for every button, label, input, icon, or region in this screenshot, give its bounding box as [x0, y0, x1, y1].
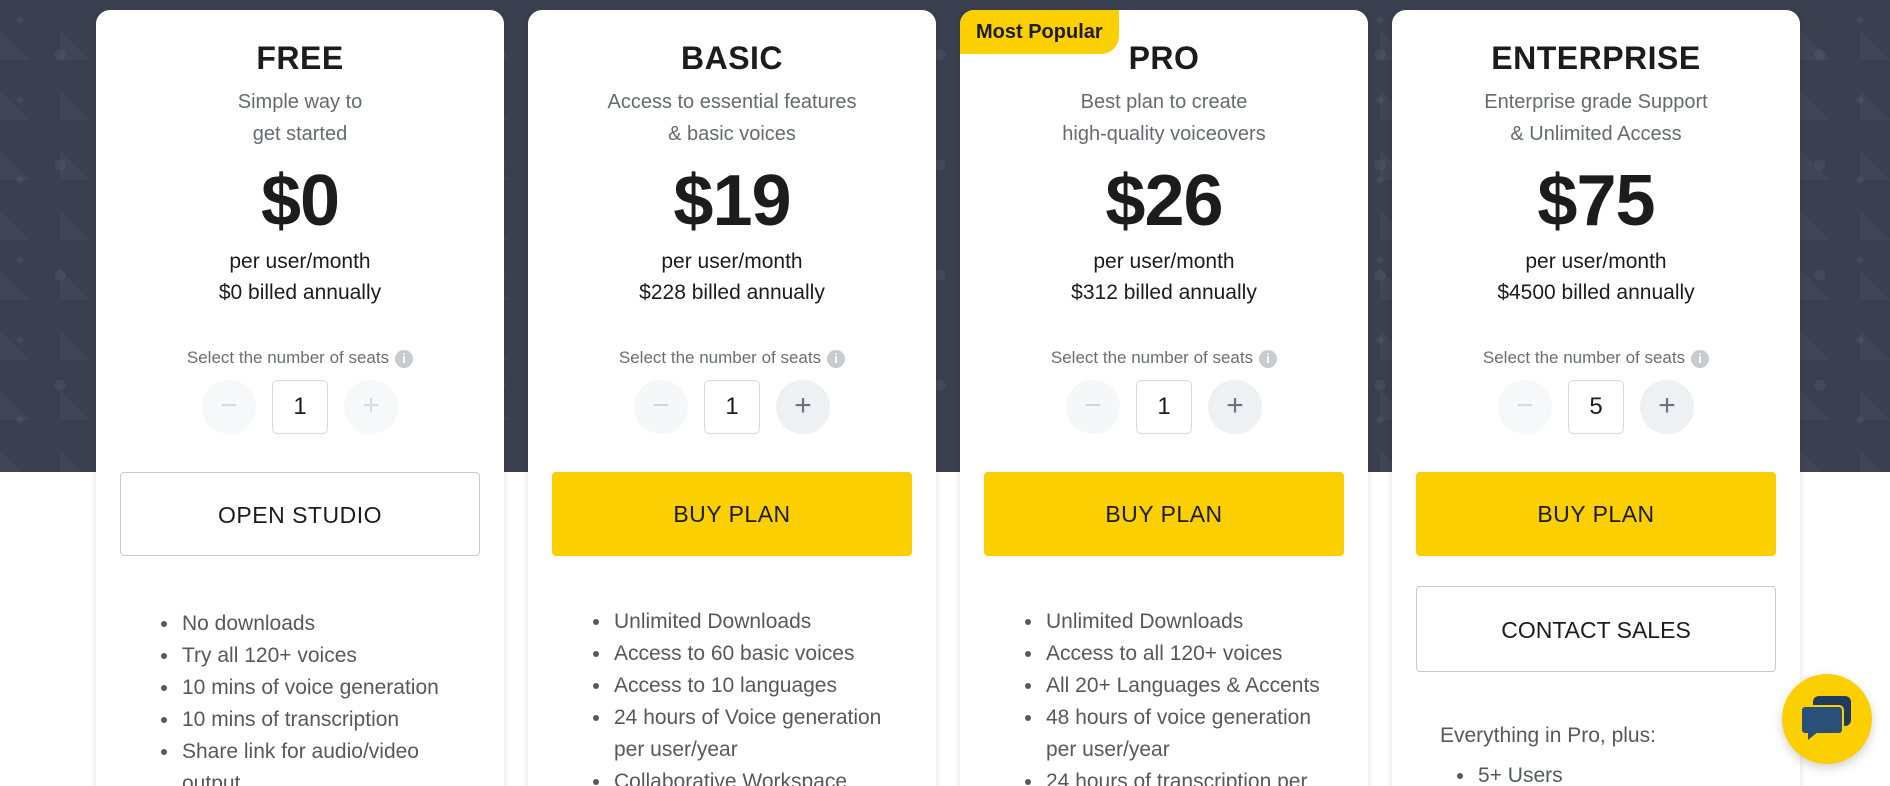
feature-list: Unlimited Downloads Access to all 120+ v…	[1044, 606, 1344, 786]
feature-item: Collaborative Workspace	[612, 766, 912, 786]
plan-description-line: get started	[252, 123, 348, 145]
info-icon[interactable]: i	[395, 349, 414, 368]
feature-item: 24 hours of transcription per	[1044, 766, 1344, 786]
seat-stepper: − 1 +	[1066, 380, 1262, 434]
plan-price: $0	[260, 161, 340, 241]
chat-widget-button[interactable]	[1782, 674, 1872, 764]
billed-annually: $4500 billed annually	[1497, 281, 1695, 304]
feature-item: Access to 60 basic voices	[612, 638, 912, 670]
billed-annually: $312 billed annually	[1071, 281, 1257, 304]
info-icon[interactable]: i	[1259, 349, 1278, 368]
plan-card-pro: Most Popular PRO Best plan to create hig…	[960, 10, 1368, 786]
decrease-seats-button[interactable]: −	[634, 380, 688, 434]
feature-item: 24 hours of Voice generation per user/ye…	[612, 702, 912, 766]
buy-plan-button[interactable]: BUY PLAN	[552, 472, 912, 556]
info-icon[interactable]: i	[1691, 349, 1710, 368]
increase-seats-button[interactable]: +	[1208, 380, 1262, 434]
plan-description-line: Best plan to create	[1080, 91, 1248, 113]
feature-item: No downloads	[180, 608, 480, 640]
seat-count-input[interactable]: 1	[272, 380, 328, 434]
feature-item: 48 hours of voice generation per user/ye…	[1044, 702, 1344, 766]
seats-label-text: Select the number of seats	[1050, 348, 1254, 367]
seat-stepper: − 1 +	[634, 380, 830, 434]
feature-item: Share link for audio/video output	[180, 736, 480, 786]
increase-seats-button[interactable]: +	[344, 380, 398, 434]
plan-price: $19	[673, 161, 791, 241]
seats-label: Select the number of seats i	[1392, 348, 1800, 368]
decrease-seats-button[interactable]: −	[202, 380, 256, 434]
price-period: per user/month	[661, 250, 803, 273]
feature-item: Try all 120+ voices	[180, 640, 480, 672]
contact-sales-button[interactable]: CONTACT SALES	[1416, 586, 1776, 672]
price-period: per user/month	[1093, 250, 1235, 273]
buy-plan-button[interactable]: BUY PLAN	[984, 472, 1344, 556]
buy-plan-button[interactable]: BUY PLAN	[1416, 472, 1776, 556]
seats-label-text: Select the number of seats	[186, 348, 390, 367]
plan-description-line: & basic voices	[668, 123, 796, 145]
info-icon[interactable]: i	[827, 349, 846, 368]
plan-description: Simple way to get started	[136, 86, 464, 150]
plan-description-line: Enterprise grade Support	[1484, 91, 1708, 113]
plan-description: Access to essential features & basic voi…	[568, 86, 896, 150]
feature-item: 5+ Users	[1476, 760, 1776, 786]
plan-name: ENTERPRISE	[1491, 40, 1701, 76]
seats-label: Select the number of seats i	[96, 348, 504, 368]
seats-label-text: Select the number of seats	[1482, 348, 1686, 367]
feature-item: All 20+ Languages & Accents	[1044, 670, 1344, 702]
chat-bubble-icon	[1801, 696, 1851, 744]
feature-item: Access to 10 languages	[612, 670, 912, 702]
plan-description-line: high-quality voiceovers	[1062, 123, 1266, 145]
plan-name: FREE	[256, 40, 344, 76]
plan-card-enterprise: ENTERPRISE Enterprise grade Support & Un…	[1392, 10, 1800, 786]
decrease-seats-button[interactable]: −	[1498, 380, 1552, 434]
seat-stepper: − 1 +	[202, 380, 398, 434]
plan-name: PRO	[1128, 40, 1200, 76]
price-period: per user/month	[229, 250, 371, 273]
plan-name: BASIC	[680, 40, 784, 76]
feature-item: Unlimited Downloads	[1044, 606, 1344, 638]
feature-list: No downloads Try all 120+ voices 10 mins…	[180, 608, 480, 786]
plan-description: Best plan to create high-quality voiceov…	[1000, 86, 1328, 150]
decrease-seats-button[interactable]: −	[1066, 380, 1120, 434]
plan-description-line: & Unlimited Access	[1510, 123, 1682, 145]
plan-price: $26	[1105, 161, 1223, 241]
enterprise-intro: Everything in Pro, plus:	[1440, 724, 1656, 747]
feature-list: 5+ Users	[1476, 760, 1776, 786]
increase-seats-button[interactable]: +	[1640, 380, 1694, 434]
increase-seats-button[interactable]: +	[776, 380, 830, 434]
plan-description-line: Simple way to	[237, 91, 363, 113]
seats-label: Select the number of seats i	[960, 348, 1368, 368]
seat-stepper: − 5 +	[1498, 380, 1694, 434]
feature-item: Access to all 120+ voices	[1044, 638, 1344, 670]
plan-description: Enterprise grade Support & Unlimited Acc…	[1432, 86, 1760, 150]
open-studio-button[interactable]: OPEN STUDIO	[120, 472, 480, 556]
feature-item: Unlimited Downloads	[612, 606, 912, 638]
seats-label: Select the number of seats i	[528, 348, 936, 368]
plan-description-line: Access to essential features	[607, 91, 857, 113]
seat-count-input[interactable]: 1	[1136, 380, 1192, 434]
billed-annually: $228 billed annually	[639, 281, 825, 304]
seat-count-input[interactable]: 5	[1568, 380, 1624, 434]
plan-card-free: FREE Simple way to get started $0 per us…	[96, 10, 504, 786]
feature-item: 10 mins of voice generation	[180, 672, 480, 704]
seats-label-text: Select the number of seats	[618, 348, 822, 367]
feature-list: Unlimited Downloads Access to 60 basic v…	[612, 606, 912, 786]
feature-item: 10 mins of transcription	[180, 704, 480, 736]
billed-annually: $0 billed annually	[218, 281, 382, 304]
price-period: per user/month	[1525, 250, 1667, 273]
seat-count-input[interactable]: 1	[704, 380, 760, 434]
plan-price: $75	[1537, 161, 1655, 241]
plan-card-basic: BASIC Access to essential features & bas…	[528, 10, 936, 786]
